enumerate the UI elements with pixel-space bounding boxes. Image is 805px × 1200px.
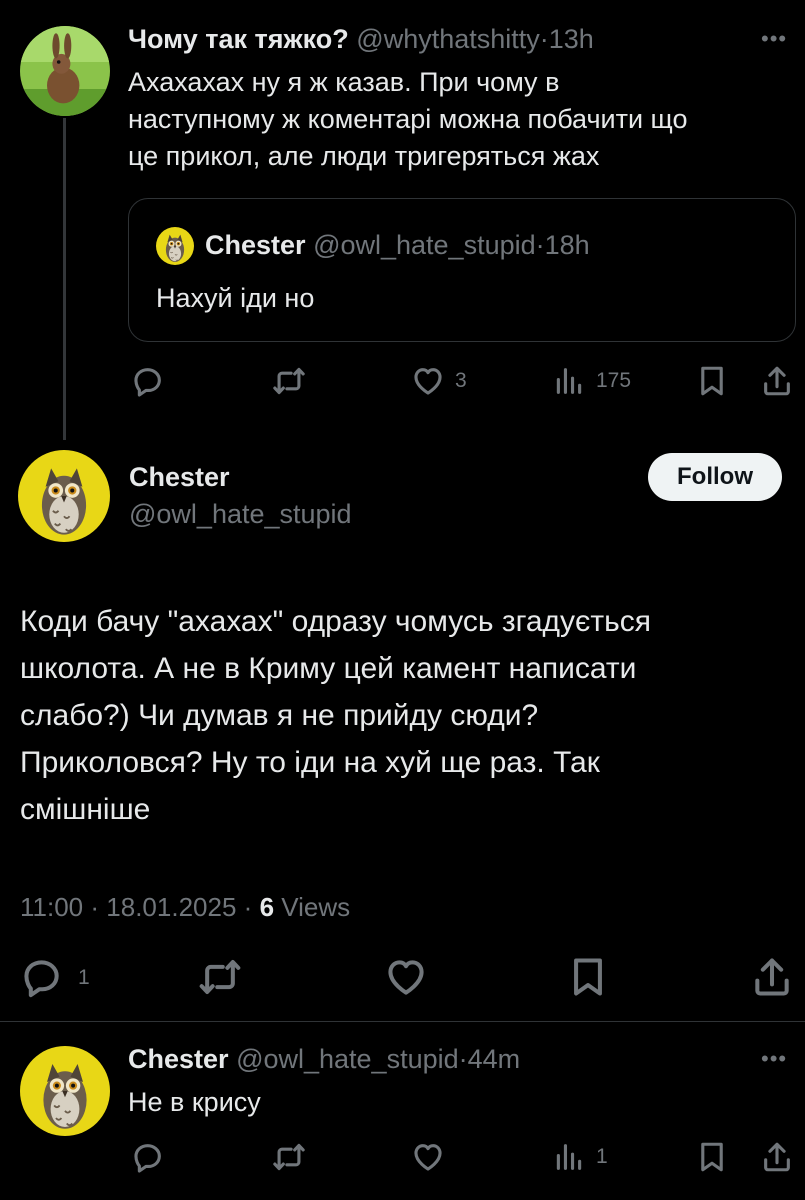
- reply-text: Не в крису: [128, 1087, 261, 1117]
- retweet-icon[interactable]: [272, 364, 306, 403]
- views-icon[interactable]: [552, 364, 586, 403]
- timestamp[interactable]: 44m: [468, 1044, 521, 1074]
- reply-icon[interactable]: [20, 955, 64, 1004]
- like-count: 3: [455, 369, 467, 392]
- text-line: школота. А не в Криму цей камент написат…: [20, 652, 637, 685]
- display-name[interactable]: Чому так тяжко?: [128, 24, 349, 54]
- text-line: смішніше: [20, 793, 151, 826]
- share-icon[interactable]: [750, 955, 794, 1004]
- more-icon[interactable]: •••: [761, 1046, 787, 1072]
- views-count[interactable]: 6: [260, 892, 274, 922]
- display-name[interactable]: Chester: [128, 1044, 229, 1074]
- timestamp[interactable]: 13h: [549, 24, 594, 54]
- like-icon[interactable]: [411, 1140, 445, 1179]
- like-icon[interactable]: [384, 955, 428, 1004]
- handle[interactable]: @whythatshitty: [356, 24, 539, 54]
- text-line: слабо?) Чи думав я не прийду сюди?: [20, 699, 539, 732]
- separator: ·: [539, 24, 549, 54]
- reply-icon[interactable]: [131, 1140, 165, 1179]
- owl-avatar[interactable]: [20, 1046, 110, 1136]
- separator: ·: [243, 892, 253, 922]
- bookmark-icon[interactable]: [566, 955, 610, 1004]
- views-icon[interactable]: [552, 1140, 586, 1179]
- thread-line: [63, 118, 66, 440]
- text-line: це прикол, але люди тригеряться жах: [128, 141, 600, 171]
- reply-count: 1: [78, 966, 90, 989]
- reply-icon[interactable]: [131, 364, 165, 403]
- handle: @owl_hate_stupid: [313, 230, 536, 260]
- owl-avatar: [156, 227, 194, 265]
- separator: ·: [535, 230, 545, 260]
- follow-button[interactable]: Follow: [648, 453, 782, 501]
- tweet-header: Чому так тяжко? @whythatshitty·13h: [128, 24, 594, 55]
- quote-card[interactable]: Chester @owl_hate_stupid·18h Нахуй іди н…: [128, 198, 796, 342]
- retweet-icon[interactable]: [272, 1140, 306, 1179]
- separator: ·: [458, 1044, 468, 1074]
- time[interactable]: 11:00: [20, 892, 83, 922]
- text-line: Ахахахах ну я ж казав. При чому в: [128, 67, 560, 97]
- owl-avatar[interactable]: [18, 450, 110, 542]
- text-line: наступному ж коментарі можна побачити що: [128, 104, 688, 134]
- separator: ·: [90, 892, 100, 922]
- retweet-icon[interactable]: [198, 955, 242, 1004]
- handle[interactable]: @owl_hate_stupid: [236, 1044, 459, 1074]
- reply-header: Chester @owl_hate_stupid·44m: [128, 1044, 520, 1075]
- tweet-text: Ахахахах ну я ж казав. При чому в наступ…: [128, 64, 688, 175]
- bookmark-icon[interactable]: [695, 364, 729, 403]
- quote-text: Нахуй іди но: [156, 283, 315, 313]
- views-label: Views: [281, 892, 351, 922]
- display-name[interactable]: Chester: [129, 462, 230, 493]
- handle[interactable]: @owl_hate_stupid: [129, 499, 352, 530]
- date[interactable]: 18.01.2025: [106, 892, 236, 922]
- like-icon[interactable]: [411, 364, 445, 403]
- views-count: 1: [596, 1145, 608, 1168]
- tweet-text: Коди бачу "ахахах" одразу чомусь згадуєт…: [20, 598, 790, 833]
- text-line: Коди бачу "ахахах" одразу чомусь згадуєт…: [20, 605, 651, 638]
- text-line: Приколовся? Ну то іди на хуй ще раз. Так: [20, 746, 600, 779]
- share-icon[interactable]: [760, 1140, 794, 1179]
- more-icon[interactable]: •••: [761, 26, 787, 52]
- share-icon[interactable]: [760, 364, 794, 403]
- tweet-timestamp: 11:00 · 18.01.2025 · 6 Views: [20, 892, 350, 923]
- bookmark-icon[interactable]: [695, 1140, 729, 1179]
- display-name: Chester: [205, 230, 306, 260]
- timestamp: 18h: [544, 230, 590, 260]
- views-count: 175: [596, 369, 632, 392]
- rabbit-avatar[interactable]: [20, 26, 110, 116]
- divider: [0, 1021, 805, 1022]
- quote-header: Chester @owl_hate_stupid·18h: [205, 230, 590, 261]
